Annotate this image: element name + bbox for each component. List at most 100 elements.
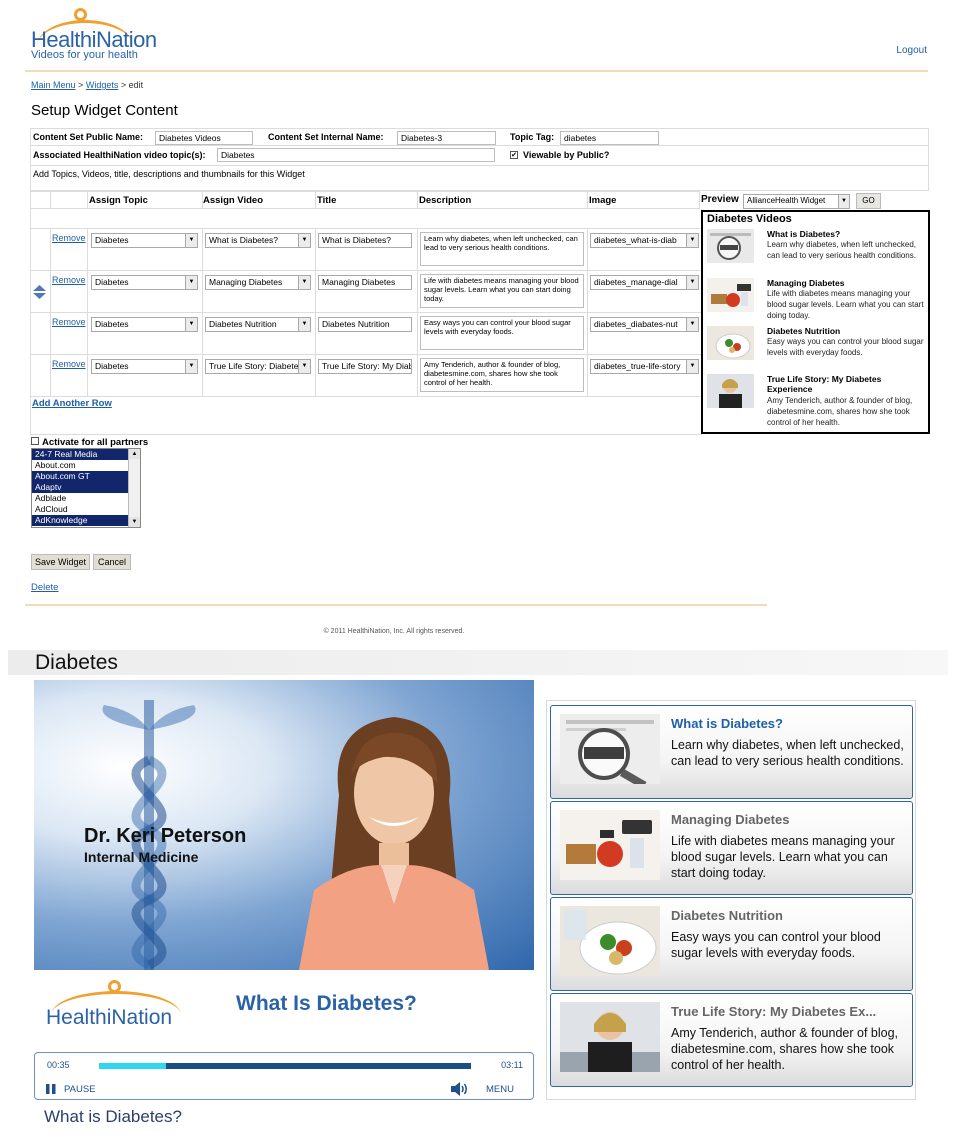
playlist-item[interactable]: Diabetes Nutrition Easy ways you can con… — [550, 897, 913, 991]
title-input[interactable]: Managing Diabetes — [318, 275, 412, 290]
playlist-item-desc: Life with diabetes means managing your b… — [671, 834, 895, 880]
partner-option[interactable]: 24-7 Real Media — [32, 449, 129, 460]
remove-row-link[interactable]: Remove — [52, 275, 86, 285]
dropdown-arrow-icon: ▼ — [185, 360, 197, 373]
video-select[interactable]: What is Diabetes? ▼ — [205, 233, 311, 248]
video-playlist: What is Diabetes? Learn why diabetes, wh… — [546, 700, 916, 1100]
scroll-down-arrow-icon[interactable]: ▼ — [129, 517, 140, 527]
video-caption: What is Diabetes? — [44, 1107, 182, 1126]
dropdown-arrow-icon: ▼ — [838, 195, 849, 208]
video-player[interactable]: Dr. Keri Peterson Internal Medicine Heal… — [34, 680, 534, 1100]
remove-row-link[interactable]: Remove — [52, 233, 86, 243]
image-select[interactable]: diabetes_diabates-nut ▼ — [590, 317, 699, 332]
internal-name-input[interactable]: Diabetes-3 — [397, 131, 496, 145]
playlist-item[interactable]: True Life Story: My Diabetes Ex... Amy T… — [550, 993, 913, 1087]
topic-tag-input[interactable]: diabetes — [560, 131, 659, 145]
image-select[interactable]: diabetes_true-life-story ▼ — [590, 359, 699, 374]
activate-partners-checkbox[interactable] — [31, 437, 39, 445]
player-controls: 00:35 03:11 PAUSE MENU — [34, 1052, 534, 1100]
presenter-image — [299, 717, 489, 970]
pause-icon[interactable] — [46, 1084, 56, 1094]
title-input[interactable]: Diabetes Nutrition — [318, 317, 412, 332]
widget-title: Diabetes Videos — [707, 213, 792, 225]
healthination-logo[interactable]: HealthiNation Videos for your health — [31, 8, 161, 63]
description-textarea[interactable]: Life with diabetes means managing your b… — [420, 274, 584, 308]
dropdown-arrow-icon: ▼ — [686, 234, 698, 247]
thumbnail-diabetes-magnifier — [707, 229, 754, 263]
grid-row: Remove Diabetes ▼ True Life Story: Diabet… — [30, 355, 702, 397]
dropdown-arrow-icon: ▼ — [686, 318, 698, 331]
widget-item-desc: Life with diabetes means managing your b… — [767, 289, 924, 320]
breadcrumb-widgets[interactable]: Widgets — [86, 80, 119, 90]
breadcrumb-main-menu[interactable]: Main Menu — [31, 80, 76, 90]
grid-header: Assign Topic Assign Video Title Descript… — [30, 191, 700, 209]
dropdown-arrow-icon: ▼ — [686, 276, 698, 289]
description-textarea[interactable]: Amy Tenderich, author & founder of blog,… — [420, 358, 584, 392]
footer-divider — [25, 604, 767, 606]
partner-option[interactable]: About.com GT — [32, 471, 129, 482]
video-heading: What Is Diabetes? — [236, 992, 417, 1015]
logout-link[interactable]: Logout — [896, 45, 927, 56]
topic-select[interactable]: Diabetes ▼ — [91, 233, 198, 248]
listbox-scrollbar[interactable]: ▲ ▼ — [128, 449, 140, 527]
breadcrumb-current: > edit — [120, 80, 144, 90]
time-elapsed: 00:35 — [47, 1060, 70, 1070]
pause-button[interactable]: PAUSE — [64, 1084, 96, 1095]
widget-item[interactable]: Diabetes Nutrition Easy ways you can con… — [707, 326, 929, 374]
partner-option[interactable]: Adaptv — [32, 482, 129, 493]
widget-item-title: What is Diabetes? — [767, 229, 841, 239]
menu-button[interactable]: MENU — [486, 1084, 514, 1095]
viewable-checkbox[interactable]: ✔ — [510, 151, 518, 159]
site-header: HealthiNation Videos for your health Log… — [0, 0, 960, 80]
partner-option[interactable]: About.com — [32, 460, 129, 471]
topic-select[interactable]: Diabetes ▼ — [91, 317, 198, 332]
description-textarea[interactable]: Easy ways you can control your blood sug… — [420, 316, 584, 350]
header-divider — [25, 70, 928, 72]
widget-item[interactable]: What is Diabetes? Learn why diabetes, wh… — [707, 229, 929, 277]
go-button[interactable]: GO — [856, 193, 881, 209]
image-select[interactable]: diabetes_what-is-diab ▼ — [590, 233, 699, 248]
volume-icon[interactable] — [451, 1082, 469, 1096]
playlist-item[interactable]: Managing Diabetes Life with diabetes mea… — [550, 801, 913, 895]
player-page-title: Diabetes — [35, 651, 118, 674]
dropdown-arrow-icon: ▼ — [298, 234, 310, 247]
video-select[interactable]: Managing Diabetes ▼ — [205, 275, 311, 290]
title-input[interactable]: What is Diabetes? — [318, 233, 412, 248]
cancel-button[interactable]: Cancel — [93, 554, 131, 570]
widget-item[interactable]: True Life Story: My Diabetes Experience … — [707, 374, 929, 434]
scroll-up-arrow-icon[interactable]: ▲ — [129, 449, 140, 459]
grid-row: Remove Diabetes ▼ What is Diabetes? ▼ What… — [30, 229, 702, 271]
public-name-input[interactable]: Diabetes Videos — [155, 131, 253, 145]
title-input[interactable]: True Life Story: My Diab — [318, 359, 412, 374]
partner-option[interactable]: Adblade — [32, 493, 129, 504]
save-widget-button[interactable]: Save Widget — [31, 554, 90, 570]
playlist-item[interactable]: What is Diabetes? Learn why diabetes, wh… — [550, 705, 913, 799]
video-select[interactable]: True Life Story: Diabete ▼ — [205, 359, 311, 374]
partners-listbox[interactable]: 24-7 Real Media About.com About.com GT A… — [31, 448, 141, 528]
playlist-item-title: True Life Story: My Diabetes Ex... — [671, 1004, 877, 1019]
video-frame[interactable]: Dr. Keri Peterson Internal Medicine — [34, 680, 534, 970]
description-textarea[interactable]: Learn why diabetes, when left unchecked,… — [420, 232, 584, 266]
partner-option[interactable]: AdCloud — [32, 504, 129, 515]
partner-option[interactable]: AdKnowledge — [32, 515, 129, 526]
widget-item[interactable]: Managing Diabetes Life with diabetes mea… — [707, 278, 929, 326]
video-select[interactable]: Diabetes Nutrition ▼ — [205, 317, 311, 332]
dropdown-arrow-icon: ▼ — [185, 234, 197, 247]
internal-name-label: Content Set Internal Name: — [268, 132, 384, 142]
topic-select[interactable]: Diabetes ▼ — [91, 275, 198, 290]
progress-track[interactable] — [99, 1063, 471, 1069]
remove-row-link[interactable]: Remove — [52, 359, 86, 369]
breadcrumb: Main Menu > Widgets > edit — [31, 80, 143, 90]
dropdown-arrow-icon: ▼ — [298, 318, 310, 331]
topic-select[interactable]: Diabetes ▼ — [91, 359, 198, 374]
widget-item-title: Managing Diabetes — [767, 278, 845, 288]
preview-widget-select[interactable]: AllianceHealth Widget ▼ — [743, 194, 850, 209]
remove-row-link[interactable]: Remove — [52, 317, 86, 327]
image-select[interactable]: diabetes_manage-dial ▼ — [590, 275, 699, 290]
delete-link[interactable]: Delete — [31, 582, 58, 593]
page-title: Setup Widget Content — [31, 102, 178, 119]
topic-tag-label: Topic Tag: — [510, 132, 555, 142]
widget-item-title: True Life Story: My Diabetes Experience — [767, 374, 882, 394]
reorder-arrows-icon[interactable] — [33, 285, 46, 299]
assoc-topic-input[interactable]: Diabetes — [217, 148, 495, 162]
